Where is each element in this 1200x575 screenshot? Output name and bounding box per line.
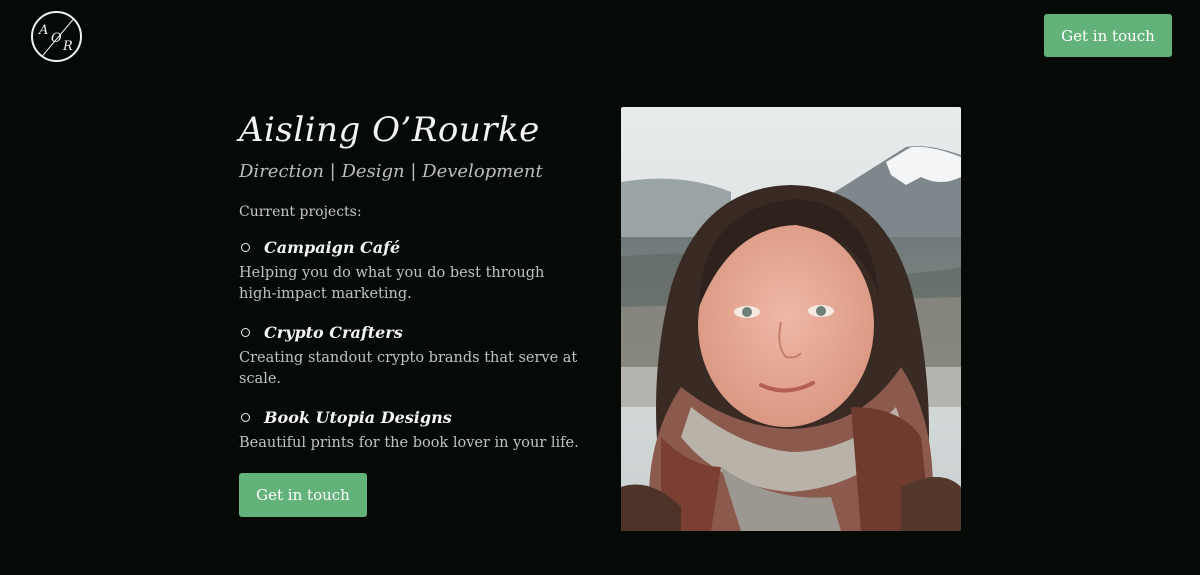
project-item: Campaign Café Helping you do what you do… — [239, 235, 584, 305]
logo-letter-o: O — [51, 31, 62, 46]
project-description: Beautiful prints for the book lover in y… — [239, 435, 579, 451]
bullet-icon — [241, 242, 250, 252]
project-title-row: Book Utopia Designs — [239, 405, 584, 429]
logo-letter-r: R — [63, 39, 73, 54]
project-description: Creating standout crypto brands that ser… — [239, 350, 578, 387]
tagline: Direction | Design | Development — [239, 161, 543, 182]
project-title-row: Crypto Crafters — [239, 320, 584, 344]
projects-label: Current projects: — [239, 204, 362, 220]
logo[interactable]: A O R — [31, 11, 82, 62]
project-description: Helping you do what you do best through … — [239, 265, 545, 302]
page-title: Aisling O’Rourke — [239, 110, 540, 150]
portrait-photo — [621, 107, 961, 531]
header-get-in-touch-button[interactable]: Get in touch — [1044, 14, 1172, 57]
project-item: Book Utopia Designs Beautiful prints for… — [239, 405, 584, 454]
get-in-touch-button[interactable]: Get in touch — [239, 473, 367, 517]
bullet-icon — [241, 327, 250, 337]
project-title-row: Campaign Café — [239, 235, 584, 259]
page: A O R Get in touch Aisling O’Rourke Dire… — [0, 0, 1200, 575]
project-title: Book Utopia Designs — [264, 407, 452, 427]
project-title: Crypto Crafters — [264, 322, 403, 342]
portrait-illustration — [621, 107, 961, 531]
project-item: Crypto Crafters Creating standout crypto… — [239, 320, 584, 390]
logo-letter-a: A — [39, 23, 49, 38]
project-title: Campaign Café — [264, 237, 401, 257]
bullet-icon — [241, 412, 250, 422]
